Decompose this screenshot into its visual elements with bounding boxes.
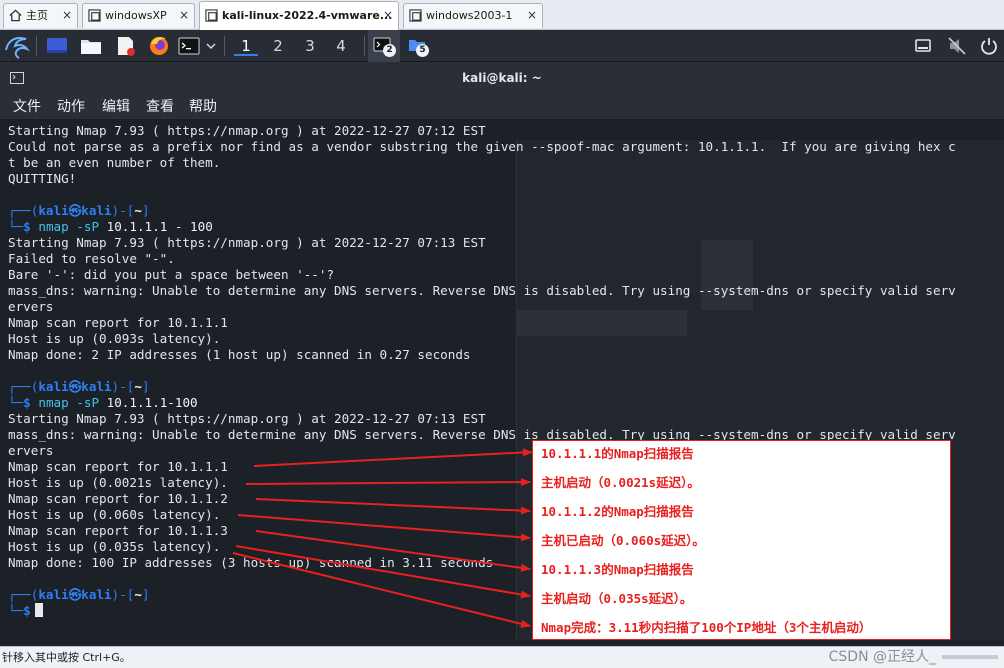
kali-dragon-menu-icon[interactable] [2,30,32,62]
command-line: └─$ [8,603,43,619]
terminal-line: Nmap scan report for 10.1.1.2 [8,491,228,506]
terminal-line: Nmap scan report for 10.1.1.1 [8,459,228,474]
text-cursor [34,603,43,617]
workspace-1[interactable]: 1 [234,36,258,56]
terminal-line: Host is up (0.0021s latency). [8,475,228,490]
terminal-menubar: 文件 动作 编辑 查看 帮助 [0,94,1004,120]
window-titlebar[interactable]: kali@kali: ~ [0,62,1004,94]
menu-view[interactable]: 查看 [146,96,174,118]
annotation-text: 主机启动（0.0021s延迟）。 [541,475,700,490]
annotation-text: 10.1.1.2的Nmap扫描报告 [541,504,694,519]
terminal-line: ervers [8,299,54,314]
terminal-line: Failed to resolve "-". [8,251,175,266]
terminal-line: Nmap done: 100 IP addresses (3 hosts up)… [8,555,494,570]
terminal-line: ervers [8,443,54,458]
menu-help[interactable]: 帮助 [189,96,217,118]
terminal-line: Nmap done: 2 IP addresses (1 host up) sc… [8,347,471,362]
prompt-line: ┌──(kali㉿kali)-[~] [8,587,150,602]
annotation-text: 主机启动（0.035s延迟）。 [541,591,693,606]
prompt-line: ┌──(kali㉿kali)-[~] [8,379,150,394]
vm-tab-label: windows2003-1 [426,9,513,22]
vm-tab-label: kali-linux-2022.4-vmware... [222,9,393,22]
menu-file[interactable]: 文件 [13,96,41,118]
terminal-line: Starting Nmap 7.93 ( https://nmap.org ) … [8,411,486,426]
terminal-line: t be an even number of them. [8,155,221,170]
annotation-text: 10.1.1.1的Nmap扫描报告 [541,446,694,461]
vm-tab-bar: 主页 × windowsXP × kali-linux-2022.4-vmwar… [0,0,1004,30]
terminal-line: Host is up (0.060s latency). [8,507,221,522]
menu-edit[interactable]: 编辑 [102,96,130,118]
terminal-line: Bare '-': did you put a space between '-… [8,267,335,282]
annotation-text: 主机已启动（0.060s延迟）。 [541,533,705,548]
panel-separator [224,36,225,56]
vm-icon [205,9,218,22]
taskbar-terminal-window[interactable]: 2 [368,30,400,62]
firefox-icon[interactable] [146,30,172,62]
status-text: 针移入其中或按 Ctrl+G。 [2,651,131,664]
vm-tab-home[interactable]: 主页 × [3,3,78,28]
close-icon[interactable]: × [527,4,537,27]
text-editor-icon[interactable] [112,30,138,62]
show-desktop-icon[interactable] [44,30,70,62]
vm-tab-windows2003[interactable]: windows2003-1 × [403,3,543,28]
terminal-line: mass_dns: warning: Unable to determine a… [8,283,956,298]
window-count-badge: 2 [383,44,396,57]
terminal-line: Nmap scan report for 10.1.1.3 [8,523,228,538]
kali-top-panel: 1 2 3 4 2 5 [0,30,1004,62]
home-icon [9,9,22,22]
watermark: CSDN @正经人_ [828,649,936,665]
vm-tab-label: windowsXP [105,9,167,22]
terminal-line: Could not parse as a prefix nor find as … [8,139,956,154]
vm-tab-label: 主页 [26,9,48,22]
terminal-line: QUITTING! [8,171,77,186]
power-icon[interactable] [976,30,1002,62]
file-manager-icon[interactable] [78,30,104,62]
window-title: kali@kali: ~ [462,71,542,85]
panel-separator [364,36,365,56]
workspace-4[interactable]: 4 [329,36,353,56]
terminal-line: Nmap scan report for 10.1.1.1 [8,315,228,330]
vm-tab-kali[interactable]: kali-linux-2022.4-vmware... × [199,1,399,30]
terminal-line: Host is up (0.035s latency). [8,539,221,554]
close-icon[interactable]: × [383,2,393,29]
vm-icon [409,9,422,22]
window-count-badge: 5 [416,44,429,57]
volume-muted-icon[interactable] [944,30,970,62]
prompt-line: ┌──(kali㉿kali)-[~] [8,203,150,218]
close-icon[interactable]: × [62,4,72,27]
close-icon[interactable]: × [179,4,189,27]
terminal-window-icon [10,72,24,84]
vm-tab-windowsxp[interactable]: windowsXP × [82,3,195,28]
vmware-status-bar: 针移入其中或按 Ctrl+G。 CSDN @正经人_ [0,646,1004,668]
menu-action[interactable]: 动作 [57,96,85,118]
annotation-text: Nmap完成：3.11秒内扫描了100个IP地址（3个主机启动） [541,620,872,635]
terminal-line: Starting Nmap 7.93 ( https://nmap.org ) … [8,123,486,138]
annotation-text: 10.1.1.3的Nmap扫描报告 [541,562,694,577]
chevron-down-icon[interactable] [203,30,219,62]
workspace-3[interactable]: 3 [298,36,322,56]
command-line: └─$ nmap -sP 10.1.1.1-100 [8,395,198,410]
workspace-2[interactable]: 2 [266,36,290,56]
terminal-line: Host is up (0.093s latency). [8,331,221,346]
panel-separator [36,36,37,56]
terminal-launcher-icon[interactable] [177,30,201,62]
command-line: └─$ nmap -sP 10.1.1.1 - 100 [8,219,213,234]
status-indicator [942,655,998,659]
terminal-line: Starting Nmap 7.93 ( https://nmap.org ) … [8,235,486,250]
taskbar-files-window[interactable]: 5 [404,30,434,62]
vm-icon [88,9,101,22]
screen-indicator-icon[interactable] [910,30,936,62]
